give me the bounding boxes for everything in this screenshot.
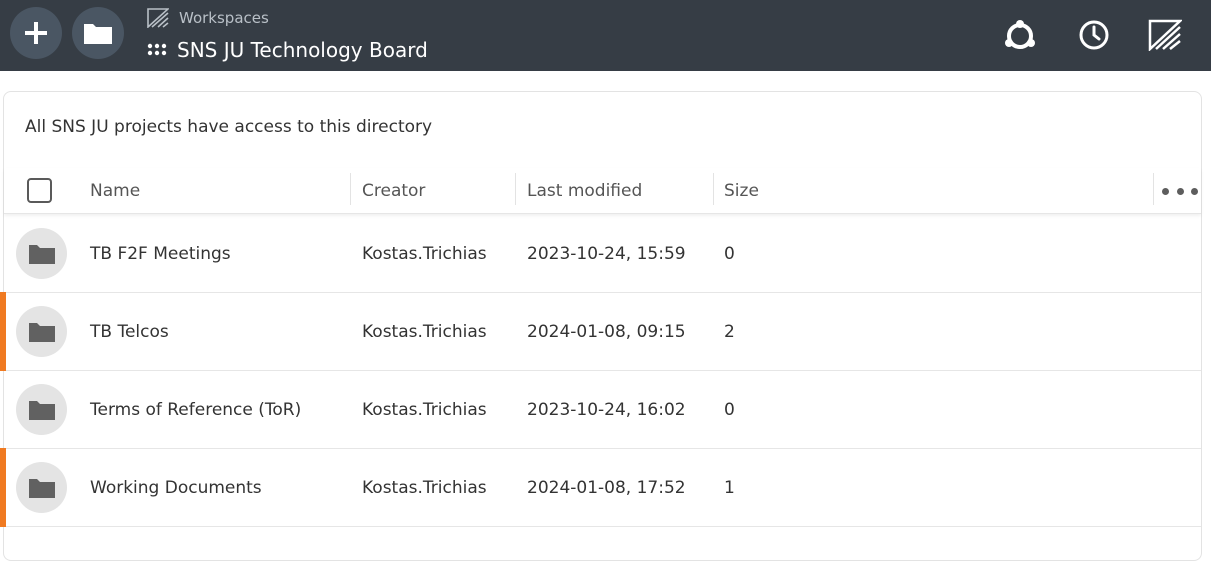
collaboration-icon [1005,20,1035,49]
workspace-title: SNS JU Technology Board [177,38,428,62]
grid-dots-icon [147,43,167,56]
breadcrumb-workspaces[interactable]: Workspaces [147,7,269,29]
column-header-size[interactable]: Size [724,177,759,205]
row-modified: 2023-10-24, 15:59 [527,243,686,264]
more-options-icon[interactable] [1162,183,1198,199]
folder-icon [16,306,67,357]
column-header-last-modified[interactable]: Last modified [527,177,642,205]
directory-description: All SNS JU projects have access to this … [25,117,433,137]
highlight-marker [0,292,6,371]
row-size: 2 [724,321,735,342]
folder-button[interactable] [72,7,124,59]
row-size: 0 [724,399,735,420]
pydio-logo-icon [1148,19,1182,51]
row-size: 0 [724,243,735,264]
workspaces-logo-icon [147,8,169,28]
add-button[interactable] [10,7,62,59]
column-header-creator[interactable]: Creator [362,177,425,205]
row-name[interactable]: TB Telcos [90,292,169,371]
table-row[interactable]: Working Documents Kostas.Trichias 2024-0… [0,448,1201,527]
clock-icon [1079,20,1109,50]
table-row[interactable]: TB Telcos Kostas.Trichias 2024-01-08, 09… [0,292,1201,371]
folder-icon [16,228,67,279]
row-creator: Kostas.Trichias [362,477,487,498]
row-name[interactable]: Terms of Reference (ToR) [90,370,301,449]
plus-icon [25,22,47,44]
column-divider [1153,173,1154,205]
app-logo-button[interactable] [1146,16,1184,54]
folder-icon [16,462,67,513]
breadcrumb-workspace[interactable]: SNS JU Technology Board [147,37,428,63]
top-bar: Workspaces SNS JU Technology Board [0,0,1211,71]
select-all-checkbox[interactable] [27,178,52,203]
row-name[interactable]: Working Documents [90,448,262,527]
table-row[interactable]: TB F2F Meetings Kostas.Trichias 2023-10-… [4,214,1201,293]
row-modified: 2023-10-24, 16:02 [527,399,686,420]
row-modified: 2024-01-08, 17:52 [527,477,686,498]
row-creator: Kostas.Trichias [362,321,487,342]
table-row[interactable]: Terms of Reference (ToR) Kostas.Trichias… [4,370,1201,449]
workspaces-label: Workspaces [179,9,269,27]
row-modified: 2024-01-08, 09:15 [527,321,686,342]
highlight-marker [0,448,6,527]
column-divider [515,173,516,205]
folder-icon [16,384,67,435]
row-creator: Kostas.Trichias [362,243,487,264]
column-divider [350,173,351,205]
row-name[interactable]: TB F2F Meetings [90,214,231,293]
table-header: Name Creator Last modified Size [4,168,1201,214]
column-header-name[interactable]: Name [90,177,140,205]
folder-icon [84,24,112,44]
row-size: 1 [724,477,735,498]
recent-activity-button[interactable] [1075,16,1113,54]
row-creator: Kostas.Trichias [362,399,487,420]
column-divider [713,173,714,205]
collaboration-button[interactable] [1001,16,1039,54]
